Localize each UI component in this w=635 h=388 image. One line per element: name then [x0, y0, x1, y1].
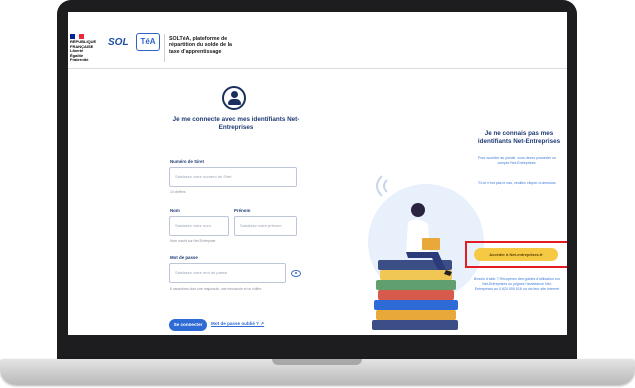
password-hint: 8 caractères dont une majuscule, une min…: [170, 287, 262, 291]
laptop-notch: [272, 359, 362, 365]
browser-screen: RÉPUBLIQUE FRANÇAISE Liberté Égalité Fra…: [68, 12, 567, 335]
login-title: Je me connecte avec mes identifiants Net…: [172, 116, 300, 131]
header-divider: [164, 34, 165, 62]
prenom-input[interactable]: Saisissez votre prénom: [234, 216, 297, 236]
flag-text: RÉPUBLIQUE FRANÇAISE Liberté Égalité Fra…: [70, 39, 97, 62]
name-hint: Nom inscrit sur Net-Entreprise: [170, 239, 216, 243]
register-title: Je ne connais pas mes identifiants Net-E…: [477, 130, 561, 145]
siret-input[interactable]: Saisissez votre numéro de Siret: [169, 167, 297, 187]
password-input[interactable]: Saisissez votre mot de passe: [169, 263, 286, 283]
connect-button[interactable]: Se connecter: [169, 319, 207, 331]
show-password-eye-icon[interactable]: [291, 270, 301, 277]
forgot-password-link[interactable]: Mot de passe oublié ? ↗: [211, 321, 264, 327]
net-entreprises-button[interactable]: Accéder à Net-entreprises.fr: [474, 248, 558, 261]
app-title: SOLTéA, plateforme de répartition du sol…: [169, 36, 232, 55]
soltea-logo-badge: TéA: [136, 33, 160, 51]
siret-hint: 14 chiffres: [170, 190, 186, 194]
republique-francaise-logo: RÉPUBLIQUE FRANÇAISE Liberté Égalité Fra…: [70, 34, 100, 63]
nom-input[interactable]: Saisissez votre nom: [169, 216, 229, 236]
nom-label: Nom: [170, 208, 180, 213]
user-icon: [222, 86, 246, 110]
register-help-text: Besoin d'aide ? Récupérez des guides d'u…: [474, 277, 560, 291]
soltea-logo-text: SOL: [108, 37, 129, 48]
site-header: RÉPUBLIQUE FRANÇAISE Liberté Égalité Fra…: [68, 28, 567, 69]
register-info-1: Pour accéder au portail, vous devez poss…: [477, 156, 557, 165]
siret-label: Numéro de Siret: [170, 159, 204, 164]
register-info-2: Si ce n'est pas le cas, veuillez cliquer…: [478, 181, 556, 185]
password-label: Mot de passe: [170, 255, 198, 260]
prenom-label: Prénom: [234, 208, 251, 213]
